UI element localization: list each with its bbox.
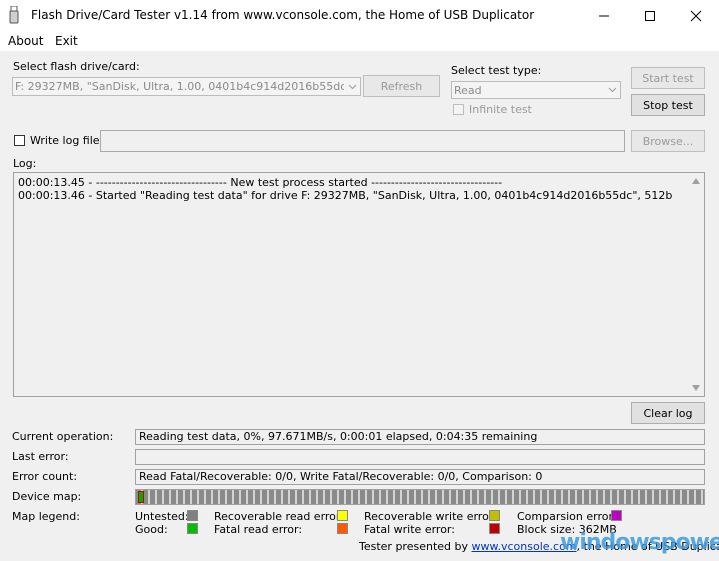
maximize-button[interactable] bbox=[627, 0, 673, 31]
last-error-field bbox=[135, 449, 705, 465]
device-map bbox=[135, 489, 705, 505]
device-map-current-block bbox=[138, 491, 144, 503]
legend-recoverable-read-swatch bbox=[337, 510, 348, 521]
log-file-path-input[interactable] bbox=[100, 130, 625, 152]
chevron-down-icon bbox=[344, 78, 360, 95]
close-button[interactable] bbox=[673, 0, 719, 31]
log-label: Log: bbox=[13, 157, 37, 170]
menu-about[interactable]: About bbox=[8, 34, 43, 48]
write-log-label: Write log file bbox=[30, 134, 100, 147]
write-log-checkbox[interactable] bbox=[14, 135, 25, 146]
close-icon bbox=[690, 10, 702, 21]
watermark-logo: windowspower bbox=[560, 530, 719, 555]
device-map-label: Device map: bbox=[12, 490, 82, 503]
device-map-cells bbox=[136, 490, 704, 504]
drive-select[interactable]: F: 29327MB, "SanDisk, Ultra, 1.00, 0401b… bbox=[12, 77, 361, 96]
test-type-label: Select test type: bbox=[451, 64, 542, 77]
legend-comparison-label: Comparsion error: bbox=[517, 510, 617, 523]
log-scrollbar[interactable] bbox=[688, 173, 704, 396]
chevron-down-icon bbox=[604, 82, 620, 98]
menu-exit[interactable]: Exit bbox=[55, 34, 78, 48]
minimize-icon bbox=[599, 15, 609, 16]
current-operation-field: Reading test data, 0%, 97.671MB/s, 0:00:… bbox=[135, 429, 705, 445]
minimize-button[interactable] bbox=[581, 0, 627, 31]
legend-fatal-read-swatch bbox=[337, 523, 348, 534]
legend-recoverable-write-label: Recoverable write error: bbox=[364, 510, 497, 523]
test-type-value: Read bbox=[454, 84, 482, 97]
window-title: Flash Drive/Card Tester v1.14 from www.v… bbox=[31, 8, 535, 22]
infinite-test-label: Infinite test bbox=[469, 103, 532, 116]
log-output[interactable]: 00:00:13.45 - --------------------------… bbox=[13, 172, 705, 397]
error-count-field: Read Fatal/Recoverable: 0/0, Write Fatal… bbox=[135, 469, 705, 485]
log-line: 00:00:13.46 - Started "Reading test data… bbox=[18, 189, 673, 202]
start-test-button[interactable]: Start test bbox=[631, 67, 705, 89]
log-line: 00:00:13.45 - --------------------------… bbox=[18, 176, 503, 189]
browse-button[interactable]: Browse... bbox=[631, 130, 705, 152]
legend-comparison-swatch bbox=[611, 510, 622, 521]
last-error-label: Last error: bbox=[12, 450, 69, 463]
infinite-test-checkbox[interactable] bbox=[453, 104, 464, 115]
legend-recoverable-read-label: Recoverable read error: bbox=[214, 510, 344, 523]
menu-bar bbox=[0, 31, 719, 51]
refresh-button[interactable]: Refresh bbox=[363, 75, 440, 97]
current-operation-label: Current operation: bbox=[12, 430, 114, 443]
legend-untested-swatch bbox=[187, 510, 198, 521]
usb-stick-icon bbox=[9, 5, 19, 24]
drive-label: Select flash drive/card: bbox=[13, 60, 140, 73]
legend-untested-label: Untested: bbox=[135, 510, 189, 523]
legend-fatal-read-label: Fatal read error: bbox=[214, 523, 303, 536]
test-type-select[interactable]: Read bbox=[451, 81, 621, 99]
drive-select-value: F: 29327MB, "SanDisk, Ultra, 1.00, 0401b… bbox=[15, 80, 361, 93]
footer-prefix: Tester presented by bbox=[359, 540, 469, 553]
legend-good-swatch bbox=[187, 523, 198, 534]
scroll-down-icon[interactable] bbox=[692, 385, 700, 391]
legend-fatal-write-swatch bbox=[489, 523, 500, 534]
legend-recoverable-write-swatch bbox=[489, 510, 500, 521]
legend-good-label: Good: bbox=[135, 523, 168, 536]
error-count-label: Error count: bbox=[12, 470, 78, 483]
scroll-up-icon[interactable] bbox=[692, 178, 700, 184]
maximize-icon bbox=[645, 10, 655, 21]
map-legend-label: Map legend: bbox=[12, 510, 80, 523]
legend-fatal-write-label: Fatal write error: bbox=[364, 523, 455, 536]
stop-test-button[interactable]: Stop test bbox=[631, 94, 705, 116]
clear-log-button[interactable]: Clear log bbox=[631, 402, 705, 424]
